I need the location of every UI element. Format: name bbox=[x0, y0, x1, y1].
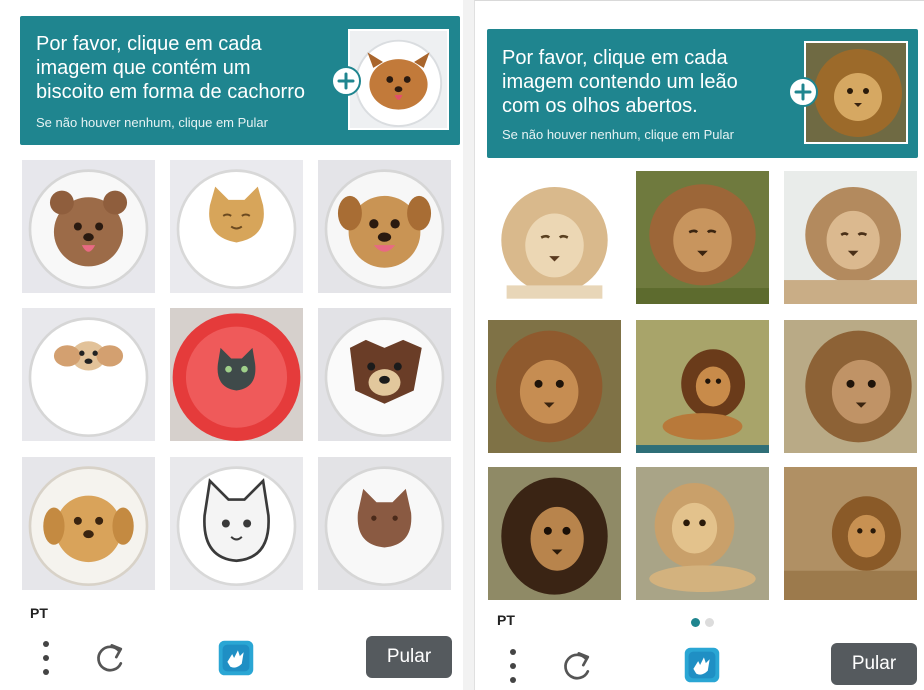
menu-dots-icon[interactable] bbox=[503, 646, 523, 686]
language-label[interactable]: PT bbox=[497, 612, 515, 628]
image-tile[interactable] bbox=[22, 308, 155, 441]
right-captcha-panel: Por favor, clique em cada imagem contend… bbox=[474, 0, 924, 690]
hcaptcha-logo-icon[interactable] bbox=[678, 641, 726, 689]
image-tile[interactable] bbox=[784, 467, 917, 600]
cat-cookie-image bbox=[170, 308, 303, 441]
hcaptcha-logo-icon[interactable] bbox=[212, 634, 260, 682]
image-tile[interactable] bbox=[636, 320, 769, 453]
image-tile[interactable] bbox=[22, 160, 155, 293]
refresh-icon[interactable] bbox=[90, 638, 130, 678]
menu-dots-icon[interactable] bbox=[36, 638, 56, 678]
dog-cookie-image bbox=[318, 160, 451, 293]
dog-cookie-sample bbox=[350, 31, 447, 128]
refresh-icon[interactable] bbox=[557, 646, 597, 686]
prompt-line: Por favor, clique em cada bbox=[502, 47, 728, 69]
image-tile[interactable] bbox=[22, 457, 155, 590]
image-tile[interactable] bbox=[170, 160, 303, 293]
skip-button[interactable]: Pular bbox=[366, 636, 452, 678]
cat-cookie-image bbox=[318, 457, 451, 590]
prompt-line: com os olhos abertos. bbox=[502, 95, 698, 117]
lion-image bbox=[636, 467, 769, 600]
image-tile[interactable] bbox=[636, 467, 769, 600]
image-tile[interactable] bbox=[170, 457, 303, 590]
lion-sample bbox=[806, 43, 906, 142]
lion-image bbox=[636, 171, 769, 304]
sample-image[interactable] bbox=[804, 41, 908, 144]
image-tile[interactable] bbox=[488, 171, 621, 304]
lion-image bbox=[784, 467, 917, 600]
prompt-line: imagem que contém um bbox=[36, 57, 251, 79]
challenge-header: Por favor, clique em cada imagem contend… bbox=[487, 29, 918, 158]
dog-cookie-image bbox=[22, 457, 155, 590]
dog-cookie-image bbox=[22, 308, 155, 441]
challenge-header: Por favor, clique em cada imagem que con… bbox=[20, 16, 460, 145]
image-tile[interactable] bbox=[784, 320, 917, 453]
challenge-subtext: Se não houver nenhum, clique em Pular bbox=[502, 127, 734, 142]
sample-image[interactable] bbox=[348, 29, 449, 130]
image-tile[interactable] bbox=[488, 467, 621, 600]
plus-icon[interactable] bbox=[788, 77, 818, 107]
prompt-line: imagem contendo um leão bbox=[502, 71, 738, 93]
lion-image bbox=[636, 320, 769, 453]
lion-image bbox=[488, 171, 621, 304]
image-tile[interactable] bbox=[488, 320, 621, 453]
cat-cookie-image bbox=[170, 457, 303, 590]
lion-image bbox=[784, 320, 917, 453]
image-tile[interactable] bbox=[318, 308, 451, 441]
lion-image bbox=[488, 320, 621, 453]
lion-image bbox=[784, 171, 917, 304]
image-tile[interactable] bbox=[318, 457, 451, 590]
image-tile[interactable] bbox=[636, 171, 769, 304]
pagination-dot[interactable] bbox=[705, 618, 714, 627]
image-tile[interactable] bbox=[170, 308, 303, 441]
pagination-dot-active[interactable] bbox=[691, 618, 700, 627]
lion-image bbox=[488, 467, 621, 600]
language-label[interactable]: PT bbox=[30, 605, 48, 621]
challenge-prompt: Por favor, clique em cada imagem contend… bbox=[502, 46, 792, 118]
cat-cookie-image bbox=[170, 160, 303, 293]
dog-cookie-image bbox=[22, 160, 155, 293]
skip-button[interactable]: Pular bbox=[831, 643, 917, 685]
prompt-line: Por favor, clique em cada bbox=[36, 33, 262, 55]
challenge-subtext: Se não houver nenhum, clique em Pular bbox=[36, 115, 268, 130]
dog-cookie-image bbox=[318, 308, 451, 441]
plus-icon[interactable] bbox=[331, 66, 361, 96]
challenge-prompt: Por favor, clique em cada imagem que con… bbox=[36, 32, 326, 104]
panel-divider bbox=[463, 0, 474, 690]
prompt-line: biscoito em forma de cachorro bbox=[36, 81, 306, 103]
left-captcha-panel: Por favor, clique em cada imagem que con… bbox=[8, 0, 463, 690]
image-tile[interactable] bbox=[318, 160, 451, 293]
image-tile[interactable] bbox=[784, 171, 917, 304]
